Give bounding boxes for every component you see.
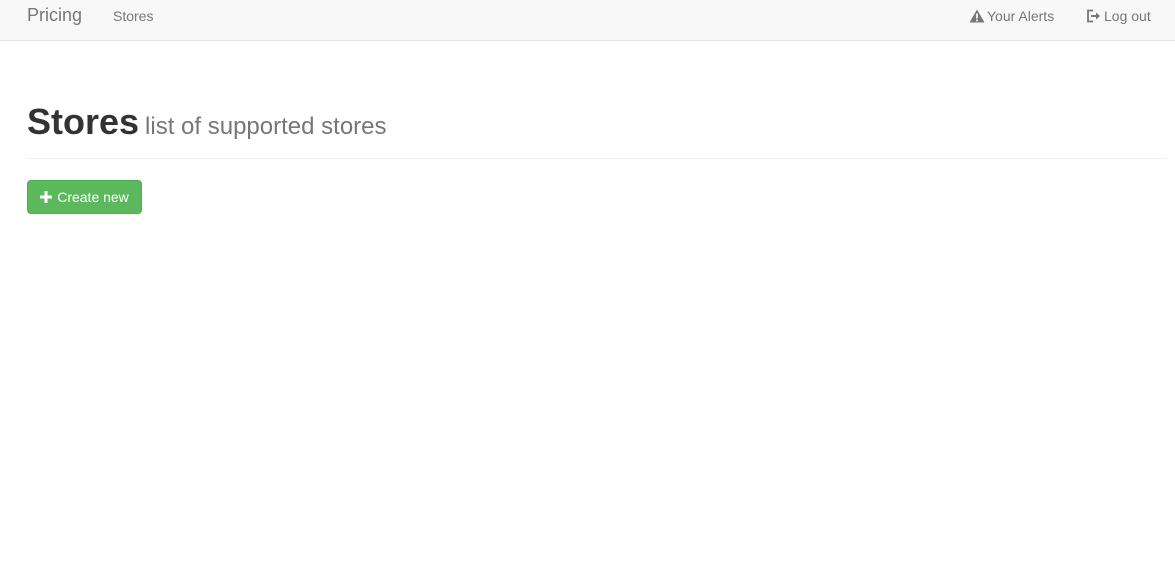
create-new-button[interactable]: Create new [27, 180, 142, 214]
nav-stores-link[interactable]: Stores [113, 7, 153, 25]
page-title: Stores list of supported stores [27, 100, 387, 149]
nav-alerts-label: Your Alerts [987, 8, 1055, 24]
create-new-label: Create new [57, 189, 129, 205]
logout-icon [1087, 9, 1100, 23]
page-subtitle: list of supported stores [145, 113, 387, 140]
navbar: Pricing Stores Your Alerts Log out [0, 0, 1175, 41]
page-header: Stores list of supported stores [27, 100, 1166, 159]
brand-link[interactable]: Pricing [27, 4, 82, 26]
plus-icon [40, 191, 53, 203]
nav-logout-label: Log out [1104, 8, 1151, 24]
warning-icon [969, 9, 985, 23]
nav-alerts-link[interactable]: Your Alerts [969, 7, 1054, 25]
page-title-text: Stores [27, 101, 140, 142]
nav-logout-link[interactable]: Log out [1086, 7, 1151, 25]
nav-stores-label: Stores [113, 8, 154, 24]
